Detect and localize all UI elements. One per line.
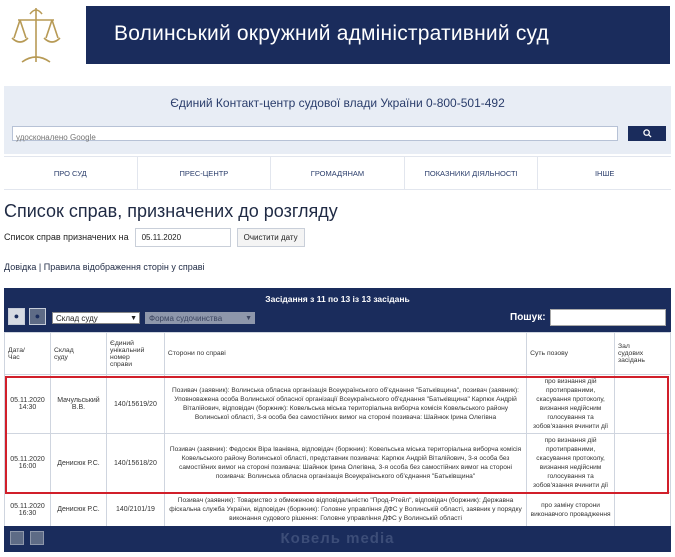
- col-header-case-number[interactable]: Єдиний унікальний номер справи: [105, 332, 165, 375]
- cell-datetime: 05.11.2020 16:30: [4, 492, 51, 527]
- cell-essence: про визнання дій протиправними, скасуван…: [526, 374, 616, 434]
- hearings-table: Дата/ Час Склад суду Єдиний унікальний н…: [4, 332, 671, 527]
- cell-judge: Денисюк Р.С.: [49, 492, 107, 527]
- help-link[interactable]: Довідка: [4, 262, 36, 272]
- toolbar-button[interactable]: ●: [8, 308, 25, 325]
- col-header-parties[interactable]: Сторони по справі: [163, 332, 528, 375]
- nav-item-about[interactable]: ПРО СУД: [4, 157, 138, 189]
- chevron-down-icon: ▼: [245, 315, 252, 322]
- nav-item-performance[interactable]: ПОКАЗНИКИ ДІЯЛЬНОСТІ: [405, 157, 539, 189]
- google-search-input[interactable]: [13, 131, 617, 144]
- table-search-label: Пошук:: [510, 312, 546, 323]
- table-row: 05.11.2020 16:00 Денисюк Р.С. 140/15618/…: [4, 433, 671, 493]
- court-composition-value: Склад суду: [56, 314, 98, 323]
- cell-hall: [614, 374, 671, 434]
- help-links: Довідка | Правила відображення сторін у …: [4, 262, 205, 272]
- table-header-row: Дата/ Час Склад суду Єдиний унікальний н…: [4, 332, 671, 375]
- cell-essence: про визнання дій протиправними, скасуван…: [526, 433, 616, 493]
- nav-item-citizens[interactable]: ГРОМАДЯНАМ: [271, 157, 405, 189]
- cell-datetime: 05.11.2020 16:00: [4, 433, 51, 493]
- site-header: Волинський окружний адміністративний суд: [0, 0, 675, 80]
- contact-center-title: Єдиний Контакт-центр судової влади Украї…: [170, 96, 505, 110]
- link-separator: |: [38, 262, 42, 272]
- date-label: Список справ призначених на: [4, 232, 129, 242]
- court-emblem-logo: [8, 4, 64, 68]
- search-icon: [642, 129, 652, 138]
- court-title-banner: Волинський окружний адміністративний суд: [86, 6, 670, 64]
- chevron-down-icon: ▼: [130, 315, 137, 322]
- settings-icon: ●: [34, 311, 41, 321]
- contact-center-block: Єдиний Контакт-центр судової влади Украї…: [4, 86, 671, 154]
- nav-item-press-center[interactable]: ПРЕС-ЦЕНТР: [138, 157, 272, 189]
- col-header-hall[interactable]: Зал судових засідань: [614, 332, 671, 375]
- display-rules-link[interactable]: Правила відображення сторін у справі: [44, 262, 205, 272]
- cell-parties: Позивач (заявник): Волинська обласна орг…: [163, 374, 528, 434]
- cell-parties: Позивач (заявник): Товариство з обмежено…: [163, 492, 528, 527]
- proceedings-form-select[interactable]: Форма судочинства ▼: [145, 312, 255, 324]
- cell-case-number: 140/15619/20: [105, 374, 165, 434]
- hearings-panel: Засідання з 11 по 13 із 13 засідань ● ● …: [4, 288, 671, 552]
- page-title: Список справ, призначених до розгляду: [4, 201, 338, 221]
- col-header-essence[interactable]: Суть позову: [526, 332, 616, 375]
- col-header-judge[interactable]: Склад суду: [49, 332, 107, 375]
- table-row: 05.11.2020 16:30 Денисюк Р.С. 140/2101/1…: [4, 492, 671, 527]
- watermark: Ковель media: [280, 530, 395, 547]
- toolbar-button-secondary[interactable]: ●: [29, 308, 46, 325]
- cell-judge: Мачульський В.В.: [49, 374, 107, 434]
- court-name: Волинський окружний адміністративний суд: [114, 22, 549, 45]
- table-search-input[interactable]: [550, 309, 666, 326]
- cell-datetime: 05.11.2020 14:30: [4, 374, 51, 434]
- main-navigation: ПРО СУД ПРЕС-ЦЕНТР ГРОМАДЯНАМ ПОКАЗНИКИ …: [4, 156, 671, 190]
- cell-hall: [614, 433, 671, 493]
- date-filter-bar: Список справ призначених на 05.11.2020 О…: [4, 227, 305, 247]
- nav-item-other[interactable]: ІНШЕ: [538, 157, 671, 189]
- cell-parties: Позивач (заявник): Федосюк Віра Іванівна…: [163, 433, 528, 493]
- table-footer: Ковель media: [4, 526, 671, 552]
- table-row: 05.11.2020 14:30 Мачульський В.В. 140/15…: [4, 374, 671, 434]
- google-search-box[interactable]: [12, 126, 618, 144]
- clear-date-button[interactable]: Очистити дату: [236, 227, 305, 247]
- search-button[interactable]: [628, 126, 666, 141]
- cell-hall: [614, 492, 671, 527]
- cell-essence: про заміну сторони виконавчого проваджен…: [526, 492, 616, 527]
- cell-case-number: 140/15618/20: [105, 433, 165, 493]
- proceedings-form-value: Форма судочинства: [149, 314, 223, 323]
- court-composition-select[interactable]: Склад суду ▼: [52, 312, 140, 324]
- date-field[interactable]: 05.11.2020: [134, 227, 231, 247]
- cell-case-number: 140/2101/19: [105, 492, 165, 527]
- hearings-count-title: Засідання з 11 по 13 із 13 засідань: [265, 294, 410, 304]
- settings-icon: ●: [13, 311, 20, 321]
- col-header-datetime[interactable]: Дата/ Час: [4, 332, 51, 375]
- cell-judge: Денисюк Р.С.: [49, 433, 107, 493]
